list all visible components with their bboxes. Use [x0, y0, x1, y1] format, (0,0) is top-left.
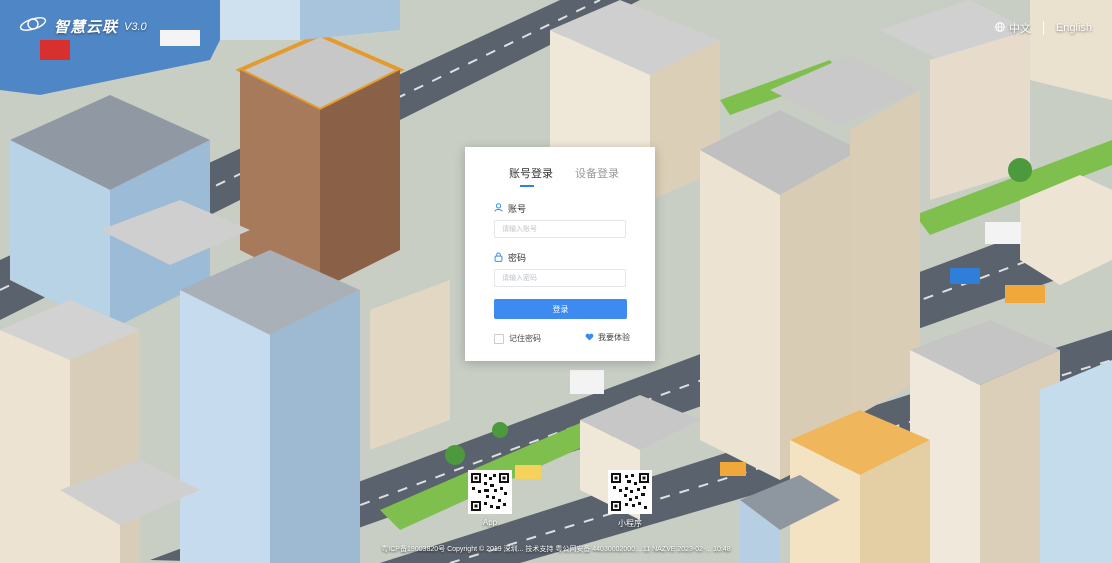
user-icon [494, 203, 503, 214]
brand: 智慧云联 V3.0 [18, 14, 147, 39]
trial-label: 我要体验 [598, 333, 630, 342]
remember-label: 记住密码 [509, 334, 541, 343]
mini-program-qr-label: 小程序 [618, 519, 642, 528]
tab-account-login[interactable]: 账号登录 [509, 165, 553, 181]
login-button[interactable]: 登录 [494, 299, 627, 319]
planet-logo-icon [18, 14, 48, 39]
brand-version: V3.0 [124, 20, 147, 33]
account-label: 账号 [494, 202, 526, 215]
password-label: 密码 [494, 251, 526, 264]
lock-icon [494, 251, 503, 264]
account-input[interactable] [494, 220, 626, 238]
password-input[interactable] [494, 269, 626, 287]
trial-link[interactable]: 我要体验 [585, 332, 630, 343]
lang-divider [1042, 21, 1044, 35]
globe-icon [995, 21, 1005, 35]
brand-title: 智慧云联 [54, 19, 119, 36]
mini-program-qr: 小程序 [608, 470, 652, 529]
app-qr: App [468, 470, 512, 527]
password-label-text: 密码 [508, 253, 527, 263]
language-switcher: 中文 English [995, 20, 1092, 36]
login-card: 账号登录 设备登录 账号 密码 登录 记住密码 我要体验 [465, 147, 655, 361]
app-qr-label: App [482, 518, 498, 527]
tab-device-login[interactable]: 设备登录 [575, 165, 619, 181]
remember-password[interactable]: 记住密码 [494, 333, 541, 344]
account-label-text: 账号 [508, 204, 527, 214]
lang-english-button[interactable]: English [1056, 22, 1092, 34]
top-bar: 智慧云联 V3.0 中文 English [0, 0, 1112, 60]
lang-english-label: English [1055, 22, 1092, 34]
footer-copyright: 粤ICP备19003820号 Copyright © 2019 深圳... 技术… [381, 546, 731, 553]
remember-checkbox[interactable] [494, 333, 504, 344]
heart-icon [585, 333, 594, 343]
active-tab-indicator [520, 185, 534, 187]
app-qr-code [468, 470, 512, 514]
lang-chinese-button[interactable]: 中文 [995, 20, 1031, 36]
mini-program-qr-code [608, 470, 652, 514]
login-tabs: 账号登录 设备登录 [465, 165, 655, 189]
lang-chinese-label: 中文 [1008, 23, 1031, 35]
